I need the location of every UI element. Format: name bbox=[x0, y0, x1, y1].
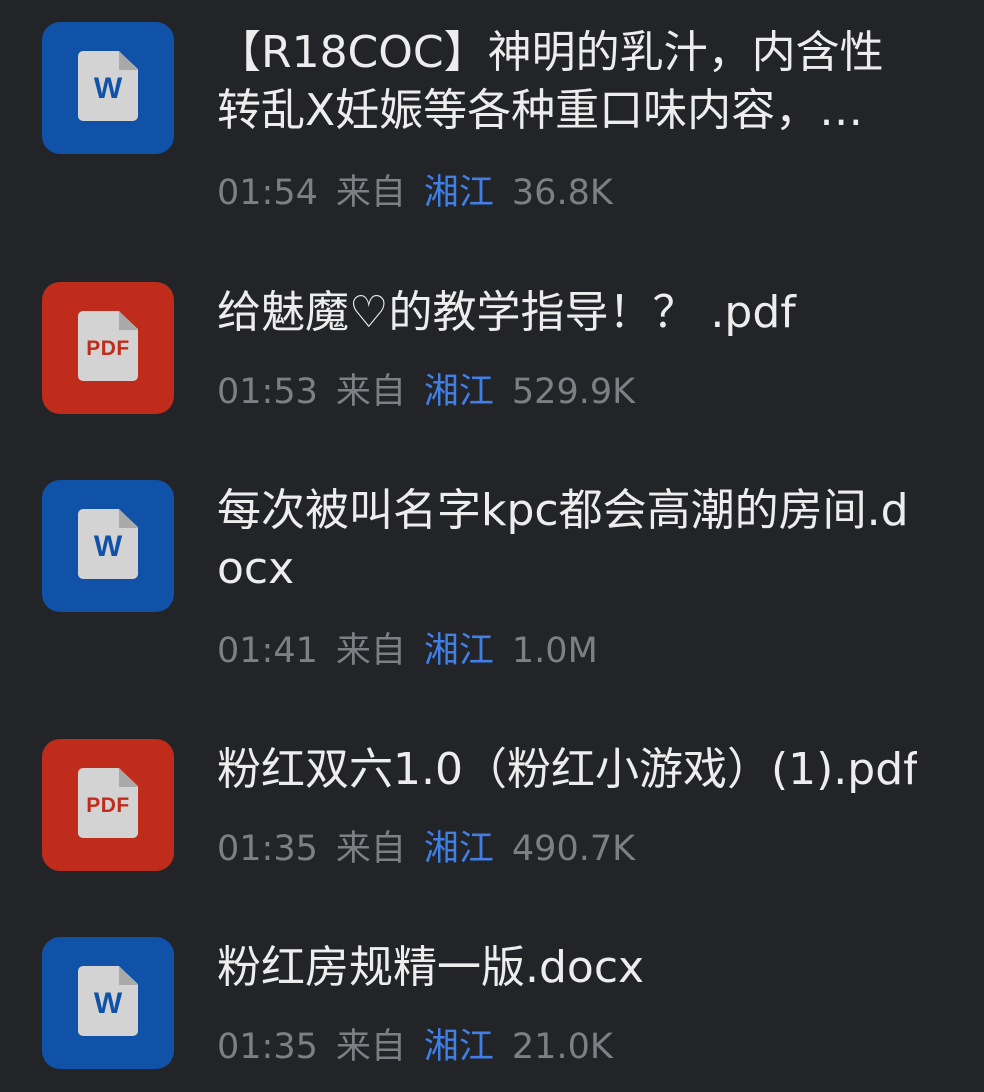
word-icon-label: W bbox=[93, 72, 123, 105]
file-list: W 【R18COC】神明的乳汁，内含性转乱X妊娠等各种重口味内容，… 01:54… bbox=[0, 0, 984, 1092]
pdf-icon: PDF bbox=[42, 739, 174, 871]
file-item[interactable]: W 每次被叫名字kpc都会高潮的房间.docx 01:41 来自 湘江 1.0M bbox=[0, 458, 984, 698]
file-size: 21.0K bbox=[511, 1027, 613, 1067]
from-label: 来自 bbox=[335, 1027, 406, 1067]
file-name[interactable]: 粉红房规精一版.docx bbox=[217, 939, 917, 997]
file-time: 01:35 bbox=[217, 829, 318, 869]
from-label: 来自 bbox=[335, 372, 406, 412]
file-meta: 01:53 来自 湘江 529.9K bbox=[217, 370, 653, 414]
file-time: 01:54 bbox=[217, 173, 318, 213]
sender-link[interactable]: 湘江 bbox=[424, 372, 494, 412]
sender-link[interactable]: 湘江 bbox=[424, 631, 494, 671]
word-icon: W bbox=[42, 22, 174, 154]
file-meta: 01:54 来自 湘江 36.8K bbox=[217, 171, 631, 215]
file-time: 01:53 bbox=[217, 372, 318, 412]
file-item[interactable]: PDF 粉红双六1.0（粉红小游戏）(1).pdf 01:35 来自 湘江 490.7… bbox=[0, 717, 984, 897]
file-time: 01:35 bbox=[217, 1027, 318, 1067]
from-label: 来自 bbox=[335, 173, 406, 213]
file-item[interactable]: PDF 给魅魔♡的教学指导！？ .pdf 01:53 来自 湘江 529.9K bbox=[0, 260, 984, 440]
file-name[interactable]: 给魅魔♡的教学指导！？ .pdf bbox=[217, 284, 917, 342]
word-icon: W bbox=[42, 480, 174, 612]
document-fold bbox=[119, 966, 138, 985]
file-name[interactable]: 粉红双六1.0（粉红小游戏）(1).pdf bbox=[217, 741, 917, 799]
document-fold bbox=[119, 509, 138, 528]
document-fold bbox=[119, 311, 138, 330]
word-icon: W bbox=[42, 937, 174, 1069]
file-name[interactable]: 【R18COC】神明的乳汁，内含性转乱X妊娠等各种重口味内容，… bbox=[217, 24, 917, 140]
file-size: 490.7K bbox=[511, 829, 636, 869]
pdf-icon-label: PDF bbox=[86, 794, 130, 817]
sender-link[interactable]: 湘江 bbox=[424, 829, 494, 869]
document-fold bbox=[119, 768, 138, 787]
pdf-icon-label: PDF bbox=[86, 337, 130, 360]
file-size: 36.8K bbox=[511, 173, 613, 213]
file-size: 1.0M bbox=[511, 631, 598, 671]
file-size: 529.9K bbox=[511, 372, 636, 412]
file-time: 01:41 bbox=[217, 631, 318, 671]
file-meta: 01:35 来自 湘江 490.7K bbox=[217, 827, 653, 871]
sender-link[interactable]: 湘江 bbox=[424, 1027, 494, 1067]
file-item[interactable]: W 粉红房规精一版.docx 01:35 来自 湘江 21.0K bbox=[0, 915, 984, 1092]
sender-link[interactable]: 湘江 bbox=[424, 173, 494, 213]
word-icon-label: W bbox=[93, 530, 123, 563]
file-meta: 01:41 来自 湘江 1.0M bbox=[217, 629, 616, 673]
from-label: 来自 bbox=[335, 829, 406, 869]
pdf-icon: PDF bbox=[42, 282, 174, 414]
document-fold bbox=[119, 51, 138, 70]
file-item[interactable]: W 【R18COC】神明的乳汁，内含性转乱X妊娠等各种重口味内容，… 01:54… bbox=[0, 0, 984, 240]
file-name[interactable]: 每次被叫名字kpc都会高潮的房间.docx bbox=[217, 482, 917, 598]
file-meta: 01:35 来自 湘江 21.0K bbox=[217, 1025, 631, 1069]
from-label: 来自 bbox=[335, 631, 406, 671]
word-icon-label: W bbox=[93, 987, 123, 1020]
